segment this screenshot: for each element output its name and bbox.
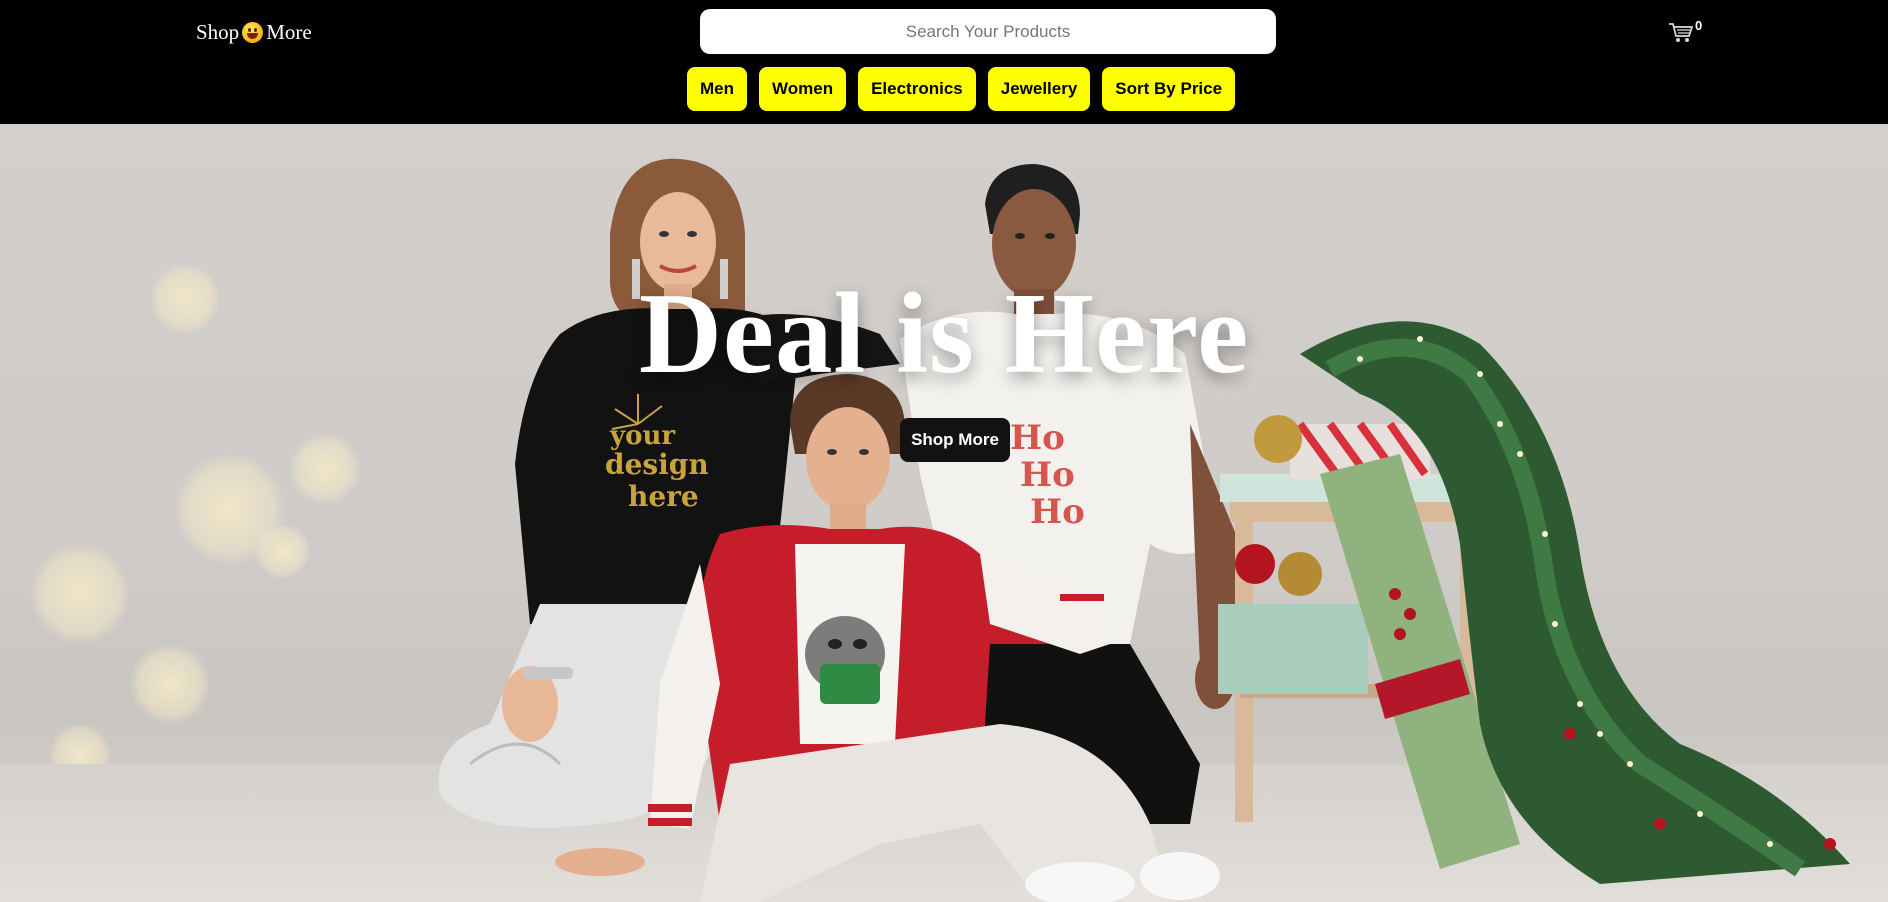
svg-text:Ho: Ho	[1020, 455, 1075, 495]
top-navbar: Shop More 0 Men Women Electronics Jewell…	[0, 0, 1888, 124]
svg-text:here: here	[628, 480, 699, 513]
svg-text:your: your	[609, 421, 675, 451]
hero-photo-scene: your design here Ho Ho Ho	[438, 158, 1850, 902]
svg-text:Ho: Ho	[1030, 492, 1085, 532]
search-input[interactable]	[700, 9, 1276, 54]
sort-by-price-button[interactable]: Sort By Price	[1102, 67, 1236, 111]
category-men-button[interactable]: Men	[687, 67, 747, 111]
cart-icon[interactable]	[1668, 22, 1694, 44]
category-electronics-button[interactable]: Electronics	[858, 67, 976, 111]
svg-text:design: design	[605, 448, 709, 481]
brand-text-left: Shop	[196, 20, 240, 44]
category-jewellery-button[interactable]: Jewellery	[987, 67, 1091, 111]
brand-logo[interactable]: Shop More	[196, 20, 312, 45]
christmas-decoration	[1218, 321, 1850, 885]
brand-text-right: More	[266, 20, 312, 44]
grinning-face-emoji-icon	[242, 22, 264, 43]
shop-more-button[interactable]: Shop More	[900, 418, 1010, 462]
category-women-button[interactable]: Women	[759, 67, 847, 111]
hero-banner: your design here Ho Ho Ho Deal is Here S…	[0, 124, 1888, 902]
hero-title: Deal is Here	[638, 270, 1250, 397]
category-filter-bar: Men Women Electronics Jewellery Sort By …	[687, 67, 1236, 111]
svg-text:Ho: Ho	[1010, 418, 1065, 458]
cart-count-badge: 0	[1695, 18, 1703, 33]
